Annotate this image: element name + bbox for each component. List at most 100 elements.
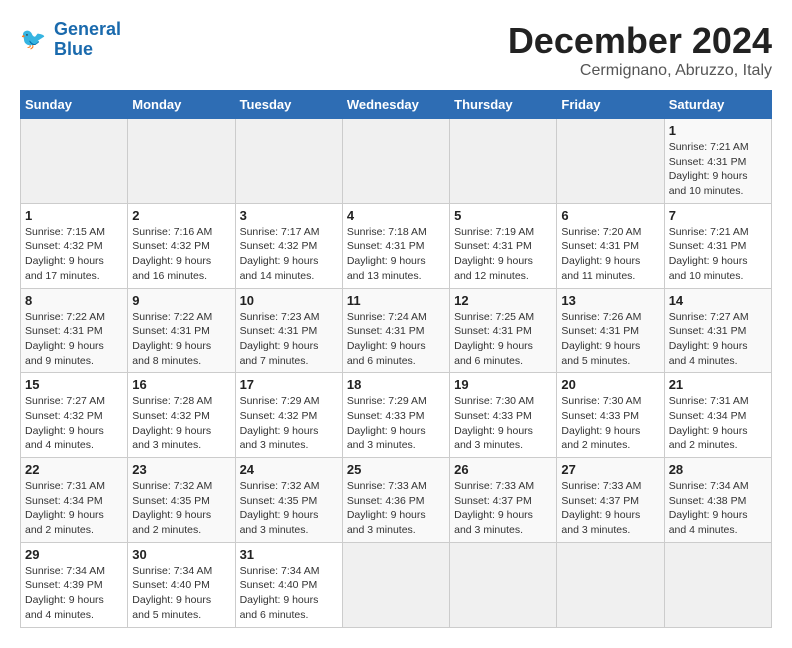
day-cell: 27Sunrise: 7:33 AMSunset: 4:37 PMDayligh… bbox=[557, 458, 664, 543]
day-number: 14 bbox=[669, 293, 767, 308]
col-header-friday: Friday bbox=[557, 91, 664, 119]
day-cell: 21 Sunrise: 7:31 AMSunset: 4:34 PMDayligh… bbox=[664, 373, 771, 458]
day-number: 1 bbox=[25, 208, 123, 223]
day-info: Sunrise: 7:22 AMSunset: 4:31 PMDaylight:… bbox=[25, 310, 123, 369]
day-number: 2 bbox=[132, 208, 230, 223]
day-cell: 26 Sunrise: 7:33 AMSunset: 4:37 PMDayligh… bbox=[450, 458, 557, 543]
day-cell: 19 Sunrise: 7:30 AMSunset: 4:33 PMDayligh… bbox=[450, 373, 557, 458]
day-info: Sunrise: 7:27 AMSunset: 4:32 PMDaylight:… bbox=[25, 394, 123, 453]
day-number: 23 bbox=[132, 462, 230, 477]
day-cell: 5Sunrise: 7:19 AMSunset: 4:31 PMDaylight… bbox=[450, 203, 557, 288]
day-cell: 13Sunrise: 7:26 AMSunset: 4:31 PMDayligh… bbox=[557, 288, 664, 373]
day-cell bbox=[128, 119, 235, 204]
header: 🐦 General Blue December 2024 Cermignano,… bbox=[20, 20, 772, 80]
day-cell: 18Sunrise: 7:29 AMSunset: 4:33 PMDayligh… bbox=[342, 373, 449, 458]
day-cell bbox=[557, 542, 664, 627]
day-cell bbox=[235, 119, 342, 204]
day-cell: 1Sunrise: 7:21 AMSunset: 4:31 PMDaylight… bbox=[664, 119, 771, 204]
day-number: 9 bbox=[132, 293, 230, 308]
day-cell: 16Sunrise: 7:28 AMSunset: 4:32 PMDayligh… bbox=[128, 373, 235, 458]
day-info: Sunrise: 7:34 AMSunset: 4:39 PMDaylight:… bbox=[25, 564, 123, 623]
day-cell: 12 Sunrise: 7:25 AMSunset: 4:31 PMDayligh… bbox=[450, 288, 557, 373]
day-number: 12 bbox=[454, 293, 552, 308]
week-row-6: 29Sunrise: 7:34 AMSunset: 4:39 PMDayligh… bbox=[21, 542, 772, 627]
day-info: Sunrise: 7:30 AMSunset: 4:33 PMDaylight:… bbox=[561, 394, 659, 453]
day-number: 21 bbox=[669, 377, 767, 392]
day-number: 1 bbox=[669, 123, 767, 138]
col-header-sunday: Sunday bbox=[21, 91, 128, 119]
logo-text: General Blue bbox=[54, 20, 121, 60]
day-cell: 23Sunrise: 7:32 AMSunset: 4:35 PMDayligh… bbox=[128, 458, 235, 543]
day-cell: 2 Sunrise: 7:16 AMSunset: 4:32 PMDaylight… bbox=[128, 203, 235, 288]
day-number: 18 bbox=[347, 377, 445, 392]
day-number: 4 bbox=[347, 208, 445, 223]
location-title: Cermignano, Abruzzo, Italy bbox=[508, 62, 772, 80]
day-info: Sunrise: 7:18 AMSunset: 4:31 PMDaylight:… bbox=[347, 225, 445, 284]
day-cell: 3 Sunrise: 7:17 AMSunset: 4:32 PMDaylight… bbox=[235, 203, 342, 288]
day-info: Sunrise: 7:22 AMSunset: 4:31 PMDaylight:… bbox=[132, 310, 230, 369]
day-cell: 8 Sunrise: 7:22 AMSunset: 4:31 PMDaylight… bbox=[21, 288, 128, 373]
day-info: Sunrise: 7:19 AMSunset: 4:31 PMDaylight:… bbox=[454, 225, 552, 284]
day-number: 31 bbox=[240, 547, 338, 562]
day-number: 24 bbox=[240, 462, 338, 477]
day-cell: 6 Sunrise: 7:20 AMSunset: 4:31 PMDaylight… bbox=[557, 203, 664, 288]
day-cell: 11Sunrise: 7:24 AMSunset: 4:31 PMDayligh… bbox=[342, 288, 449, 373]
day-number: 10 bbox=[240, 293, 338, 308]
day-info: Sunrise: 7:16 AMSunset: 4:32 PMDaylight:… bbox=[132, 225, 230, 284]
day-cell: 28 Sunrise: 7:34 AMSunset: 4:38 PMDayligh… bbox=[664, 458, 771, 543]
day-info: Sunrise: 7:15 AMSunset: 4:32 PMDaylight:… bbox=[25, 225, 123, 284]
svg-text:🐦: 🐦 bbox=[20, 28, 46, 51]
day-info: Sunrise: 7:25 AMSunset: 4:31 PMDaylight:… bbox=[454, 310, 552, 369]
day-info: Sunrise: 7:20 AMSunset: 4:31 PMDaylight:… bbox=[561, 225, 659, 284]
day-info: Sunrise: 7:31 AMSunset: 4:34 PMDaylight:… bbox=[669, 394, 767, 453]
day-info: Sunrise: 7:34 AMSunset: 4:38 PMDaylight:… bbox=[669, 479, 767, 538]
col-header-monday: Monday bbox=[128, 91, 235, 119]
logo: 🐦 General Blue bbox=[20, 20, 121, 60]
day-number: 6 bbox=[561, 208, 659, 223]
day-info: Sunrise: 7:33 AMSunset: 4:37 PMDaylight:… bbox=[561, 479, 659, 538]
day-cell: 4 Sunrise: 7:18 AMSunset: 4:31 PMDaylight… bbox=[342, 203, 449, 288]
logo-icon: 🐦 bbox=[20, 25, 50, 55]
day-number: 13 bbox=[561, 293, 659, 308]
month-title: December 2024 bbox=[508, 20, 772, 62]
week-row-3: 8 Sunrise: 7:22 AMSunset: 4:31 PMDaylight… bbox=[21, 288, 772, 373]
day-number: 8 bbox=[25, 293, 123, 308]
day-cell: 14 Sunrise: 7:27 AMSunset: 4:31 PMDayligh… bbox=[664, 288, 771, 373]
day-cell bbox=[342, 119, 449, 204]
day-cell bbox=[21, 119, 128, 204]
day-info: Sunrise: 7:34 AMSunset: 4:40 PMDaylight:… bbox=[240, 564, 338, 623]
day-cell: 22Sunrise: 7:31 AMSunset: 4:34 PMDayligh… bbox=[21, 458, 128, 543]
week-row-4: 15 Sunrise: 7:27 AMSunset: 4:32 PMDayligh… bbox=[21, 373, 772, 458]
day-cell: 31 Sunrise: 7:34 AMSunset: 4:40 PMDayligh… bbox=[235, 542, 342, 627]
col-header-tuesday: Tuesday bbox=[235, 91, 342, 119]
day-info: Sunrise: 7:27 AMSunset: 4:31 PMDaylight:… bbox=[669, 310, 767, 369]
day-cell: 15 Sunrise: 7:27 AMSunset: 4:32 PMDayligh… bbox=[21, 373, 128, 458]
day-info: Sunrise: 7:33 AMSunset: 4:37 PMDaylight:… bbox=[454, 479, 552, 538]
day-info: Sunrise: 7:33 AMSunset: 4:36 PMDaylight:… bbox=[347, 479, 445, 538]
day-cell: 7Sunrise: 7:21 AMSunset: 4:31 PMDaylight… bbox=[664, 203, 771, 288]
day-cell: 24Sunrise: 7:32 AMSunset: 4:35 PMDayligh… bbox=[235, 458, 342, 543]
day-info: Sunrise: 7:23 AMSunset: 4:31 PMDaylight:… bbox=[240, 310, 338, 369]
day-number: 3 bbox=[240, 208, 338, 223]
day-info: Sunrise: 7:17 AMSunset: 4:32 PMDaylight:… bbox=[240, 225, 338, 284]
day-info: Sunrise: 7:34 AMSunset: 4:40 PMDaylight:… bbox=[132, 564, 230, 623]
day-info: Sunrise: 7:31 AMSunset: 4:34 PMDaylight:… bbox=[25, 479, 123, 538]
day-info: Sunrise: 7:21 AMSunset: 4:31 PMDaylight:… bbox=[669, 225, 767, 284]
day-number: 20 bbox=[561, 377, 659, 392]
day-cell: 10 Sunrise: 7:23 AMSunset: 4:31 PMDayligh… bbox=[235, 288, 342, 373]
day-number: 15 bbox=[25, 377, 123, 392]
day-number: 26 bbox=[454, 462, 552, 477]
day-number: 28 bbox=[669, 462, 767, 477]
day-cell: 9 Sunrise: 7:22 AMSunset: 4:31 PMDaylight… bbox=[128, 288, 235, 373]
day-number: 17 bbox=[240, 377, 338, 392]
title-area: December 2024 Cermignano, Abruzzo, Italy bbox=[508, 20, 772, 80]
day-cell: 1 Sunrise: 7:15 AMSunset: 4:32 PMDaylight… bbox=[21, 203, 128, 288]
day-info: Sunrise: 7:24 AMSunset: 4:31 PMDaylight:… bbox=[347, 310, 445, 369]
day-cell bbox=[664, 542, 771, 627]
day-cell bbox=[342, 542, 449, 627]
day-number: 19 bbox=[454, 377, 552, 392]
day-cell: 20 Sunrise: 7:30 AMSunset: 4:33 PMDayligh… bbox=[557, 373, 664, 458]
day-cell: 29Sunrise: 7:34 AMSunset: 4:39 PMDayligh… bbox=[21, 542, 128, 627]
day-info: Sunrise: 7:30 AMSunset: 4:33 PMDaylight:… bbox=[454, 394, 552, 453]
header-row: SundayMondayTuesdayWednesdayThursdayFrid… bbox=[21, 91, 772, 119]
